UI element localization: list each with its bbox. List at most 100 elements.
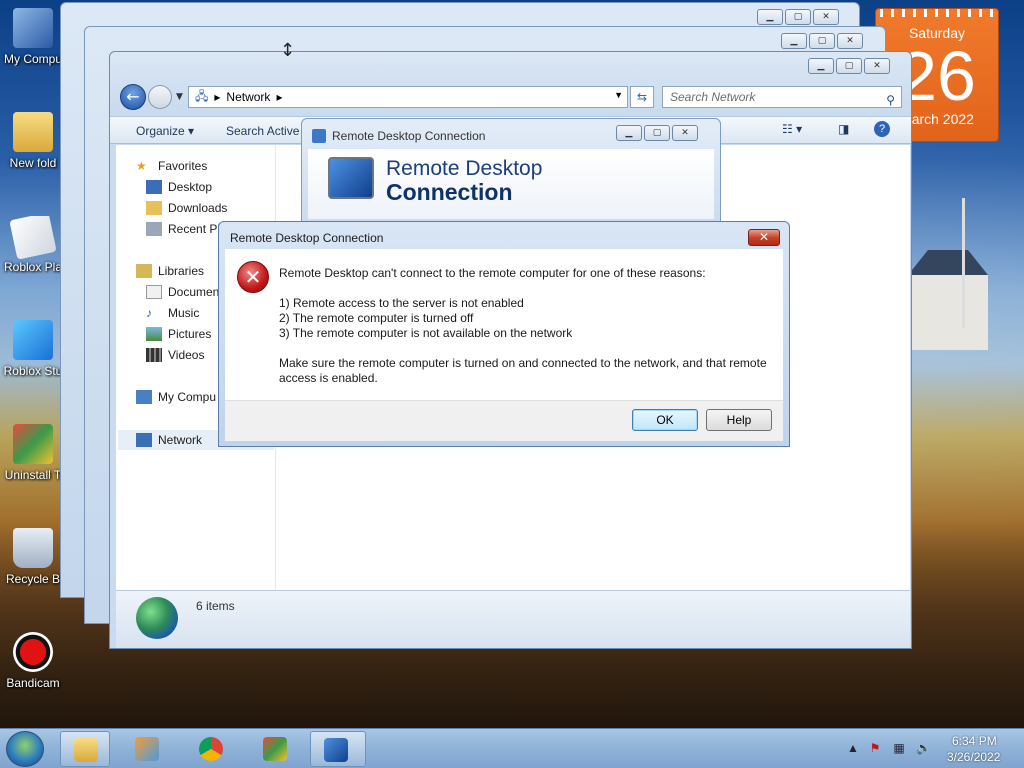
nav-my-computer[interactable]: My Compu bbox=[136, 390, 216, 404]
breadcrumb-network[interactable]: Network bbox=[226, 90, 270, 104]
resize-cursor-icon: ↕ bbox=[280, 40, 296, 61]
nav-videos[interactable]: Videos bbox=[146, 348, 204, 362]
close-icon[interactable]: ✕ bbox=[748, 229, 780, 246]
nav-label: Desktop bbox=[168, 180, 213, 194]
recent-pages-dropdown-icon[interactable]: ▼ bbox=[176, 92, 183, 102]
nav-label: Documen bbox=[168, 285, 220, 299]
dialog-title: Remote Desktop Connection bbox=[230, 231, 384, 245]
bandicam-icon bbox=[13, 632, 53, 672]
clock-date[interactable]: 3/26/2022 bbox=[947, 750, 1000, 764]
maximize-icon[interactable]: ▢ bbox=[785, 9, 811, 25]
recent-places-icon bbox=[146, 222, 162, 236]
network-status-icon[interactable]: ▦ bbox=[892, 741, 906, 755]
close-icon[interactable]: ✕ bbox=[837, 33, 863, 49]
view-options-icon[interactable]: ☷ ▾ bbox=[782, 122, 802, 136]
nav-documents[interactable]: Documen bbox=[146, 285, 219, 299]
rdc-heading-line1: Remote Desktop bbox=[386, 157, 543, 180]
close-icon[interactable]: ✕ bbox=[864, 58, 890, 74]
remote-desktop-monitor-icon bbox=[328, 157, 374, 199]
window-controls: ▁ ▢ ✕ bbox=[757, 9, 839, 25]
nav-label: Music bbox=[168, 306, 200, 320]
nav-label: My Compu bbox=[158, 390, 217, 404]
show-hidden-icons-icon[interactable]: ▲ bbox=[846, 741, 860, 755]
nav-label: Downloads bbox=[168, 201, 228, 215]
wallpaper-flagpole bbox=[962, 198, 965, 328]
start-button[interactable] bbox=[6, 731, 44, 767]
desktop-icon-roblox-studio[interactable]: Roblox Stu bbox=[0, 320, 66, 378]
search-active-button[interactable]: Search Active bbox=[226, 124, 299, 138]
nav-pictures[interactable]: Pictures bbox=[146, 327, 211, 341]
close-icon[interactable]: ✕ bbox=[672, 125, 698, 141]
chrome-icon bbox=[199, 737, 223, 761]
window-controls: ▁ ▢ ✕ bbox=[808, 58, 890, 74]
search-icon[interactable]: ⚲ bbox=[886, 90, 895, 110]
desktop-icon-new-folder[interactable]: New fold bbox=[0, 112, 66, 170]
error-reason-3: 3) The remote computer is not available … bbox=[279, 326, 573, 340]
preview-pane-icon[interactable]: ◨ bbox=[838, 122, 849, 136]
nav-label: Libraries bbox=[158, 264, 205, 278]
nav-favorites[interactable]: ★ Favorites bbox=[136, 159, 207, 173]
nav-recent-places[interactable]: Recent Pl bbox=[146, 222, 220, 236]
network-icon bbox=[136, 433, 152, 447]
maximize-icon[interactable]: ▢ bbox=[836, 58, 862, 74]
minimize-icon[interactable]: ▁ bbox=[808, 58, 834, 74]
forward-arrow-icon[interactable] bbox=[148, 85, 172, 109]
desktop-icon-bandicam[interactable]: Bandicam bbox=[0, 632, 66, 690]
taskbar-explorer[interactable] bbox=[60, 731, 110, 767]
recycle-bin-icon bbox=[13, 528, 53, 568]
organize-label: Organize bbox=[136, 124, 185, 138]
desktop-icon bbox=[146, 180, 162, 194]
desktop-icon-label: Bandicam bbox=[6, 676, 60, 690]
back-arrow-icon[interactable]: ← bbox=[120, 84, 146, 110]
help-icon[interactable]: ? bbox=[874, 121, 890, 137]
nav-label: Recent Pl bbox=[168, 222, 221, 236]
error-dialog[interactable]: Remote Desktop Connection ✕ ✕ Remote Des… bbox=[218, 221, 790, 447]
uninstall-icon bbox=[263, 737, 287, 761]
nav-downloads[interactable]: Downloads bbox=[146, 201, 227, 215]
nav-libraries[interactable]: Libraries bbox=[136, 264, 204, 278]
desktop-icon-uninstall[interactable]: Uninstall T bbox=[0, 424, 66, 482]
taskbar-uninstall-tool[interactable] bbox=[250, 731, 300, 767]
refresh-icon[interactable]: ⇆ bbox=[630, 86, 654, 108]
roblox-icon bbox=[9, 216, 57, 260]
taskbar-chrome[interactable] bbox=[186, 731, 236, 767]
minimize-icon[interactable]: ▁ bbox=[757, 9, 783, 25]
taskbar-media-player[interactable] bbox=[122, 731, 172, 767]
desktop-icon-my-computer[interactable]: My Compu bbox=[0, 8, 66, 66]
downloads-icon bbox=[146, 201, 162, 215]
clock-time[interactable]: 6:34 PM bbox=[952, 734, 997, 748]
maximize-icon[interactable]: ▢ bbox=[644, 125, 670, 141]
error-icon: ✕ bbox=[237, 261, 269, 293]
ok-button[interactable]: OK bbox=[632, 409, 698, 431]
breadcrumb-separator[interactable]: ▸ bbox=[276, 90, 282, 104]
libraries-icon bbox=[136, 264, 152, 278]
taskbar-remote-desktop[interactable] bbox=[310, 731, 366, 767]
error-advice-line1: Make sure the remote computer is turned … bbox=[279, 356, 767, 370]
search-input[interactable]: Search Network ⚲ bbox=[662, 86, 902, 108]
desktop-icon-recycle-bin[interactable]: Recycle B bbox=[0, 528, 66, 586]
remote-desktop-window[interactable]: Remote Desktop Connection ▁ ▢ ✕ Remote D… bbox=[301, 118, 721, 222]
rdc-banner: Remote Desktop Connection bbox=[308, 149, 714, 219]
desktop-icon-label: Recycle B bbox=[5, 572, 61, 586]
desktop-icon-label: My Compu bbox=[3, 52, 62, 66]
nav-label: Videos bbox=[168, 348, 205, 362]
close-icon[interactable]: ✕ bbox=[813, 9, 839, 25]
minimize-icon[interactable]: ▁ bbox=[616, 125, 642, 141]
action-center-icon[interactable]: ⚑ bbox=[868, 741, 882, 755]
error-intro: Remote Desktop can't connect to the remo… bbox=[279, 266, 706, 280]
nav-desktop[interactable]: Desktop bbox=[146, 180, 212, 194]
videos-icon bbox=[146, 348, 162, 362]
nav-music[interactable]: ♪ Music bbox=[146, 306, 199, 320]
help-button[interactable]: Help bbox=[706, 409, 772, 431]
desktop-icon-roblox-player[interactable]: Roblox Pla bbox=[0, 216, 66, 274]
address-dropdown-icon[interactable]: ▼ bbox=[614, 90, 623, 100]
volume-icon[interactable]: 🔈 bbox=[916, 741, 931, 755]
breadcrumb-separator[interactable]: ▸ bbox=[214, 90, 220, 104]
address-bar[interactable]: 🖧 ▸ Network ▸ ▼ bbox=[188, 86, 628, 108]
remote-desktop-icon bbox=[312, 129, 326, 143]
minimize-icon[interactable]: ▁ bbox=[781, 33, 807, 49]
organize-button[interactable]: Organize ▾ bbox=[136, 124, 194, 138]
maximize-icon[interactable]: ▢ bbox=[809, 33, 835, 49]
rdc-heading-line2: Connection bbox=[386, 179, 513, 205]
desktop-icon-label: Roblox Pla bbox=[3, 260, 63, 274]
